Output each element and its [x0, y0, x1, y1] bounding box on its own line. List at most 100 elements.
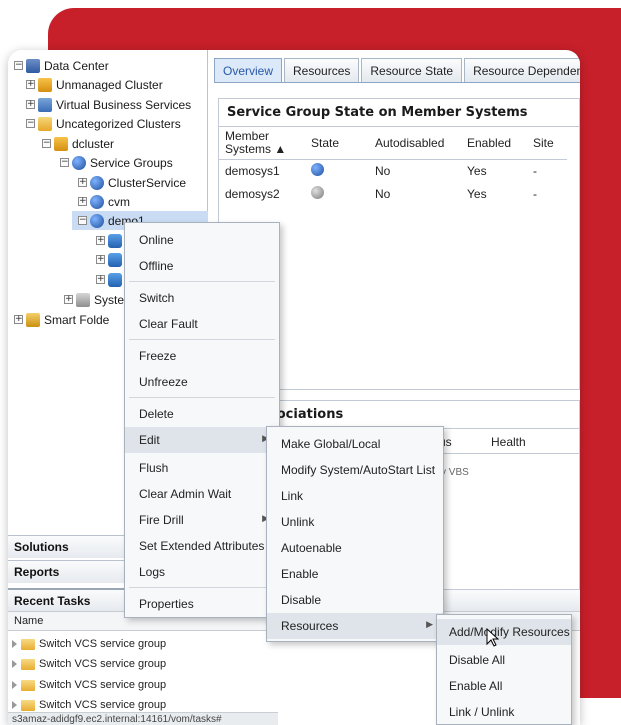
offline-state-icon: [305, 183, 369, 206]
tab-overview[interactable]: Overview: [214, 58, 283, 82]
tree-item-data-center[interactable]: − Data Center: [14, 56, 109, 75]
mouse-pointer-icon: [486, 628, 500, 647]
datacenter-icon: [26, 58, 40, 73]
menu-item-clear-fault[interactable]: Clear Fault: [125, 311, 279, 337]
menu-item-edit[interactable]: Edit ▶: [125, 427, 279, 453]
menu-item-enable[interactable]: Enable: [267, 561, 443, 587]
expand-icon[interactable]: +: [96, 236, 105, 245]
collapse-icon[interactable]: −: [78, 216, 87, 225]
column-site[interactable]: Site: [527, 127, 567, 160]
menu-item-label: Fire Drill: [139, 513, 184, 527]
task-row[interactable]: Switch VCS service group: [8, 634, 166, 654]
tree-item-cvm[interactable]: + cvm: [78, 192, 130, 211]
menu-item-flush[interactable]: Flush: [125, 455, 279, 481]
cluster-icon: [54, 136, 68, 151]
column-enabled[interactable]: Enabled: [461, 127, 527, 160]
task-row[interactable]: Switch VCS service group: [8, 654, 166, 674]
expand-icon[interactable]: +: [64, 295, 73, 304]
collapse-icon[interactable]: −: [42, 139, 51, 148]
service-group-icon: [90, 213, 104, 228]
expand-triangle-icon[interactable]: [12, 660, 17, 668]
tree-item-clusterservice[interactable]: + ClusterService: [78, 173, 186, 192]
tree-item-virtual-business-services[interactable]: + Virtual Business Services: [26, 95, 191, 114]
status-bar-url: s3amaz-adidgf9.ec2.internal:14161/vom/ta…: [8, 712, 278, 725]
menu-item-link-unlink[interactable]: Link / Unlink: [437, 699, 571, 725]
resource-icon: [108, 252, 122, 267]
menu-item-disable-all[interactable]: Disable All: [437, 647, 571, 673]
tree-item-smart-folders[interactable]: + Smart Folde: [14, 310, 109, 329]
menu-item-switch[interactable]: Switch: [125, 285, 279, 311]
tree-item-label: cvm: [108, 194, 130, 209]
tab-resource-dependency[interactable]: Resource Dependency: [464, 58, 580, 82]
expand-icon[interactable]: +: [78, 178, 87, 187]
expand-icon[interactable]: +: [14, 315, 23, 324]
expand-icon[interactable]: +: [78, 197, 87, 206]
system-name: demosys1: [225, 164, 280, 179]
collapse-icon[interactable]: −: [14, 61, 23, 70]
menu-item-label: Edit: [139, 433, 160, 447]
folder-icon: [21, 658, 35, 670]
menu-item-freeze[interactable]: Freeze: [125, 343, 279, 369]
menu-separator: [129, 587, 275, 588]
tree-item-label: Syste: [94, 292, 125, 307]
menu-separator: [129, 281, 275, 282]
column-autodisabled[interactable]: Autodisabled: [369, 127, 461, 160]
menu-item-online[interactable]: Online: [125, 227, 279, 253]
menu-item-modify-system-autostart[interactable]: Modify System/AutoStart List: [267, 457, 443, 483]
task-row[interactable]: Switch VCS service group: [8, 675, 166, 695]
service-group-icon: [90, 175, 104, 190]
tree-item-unmanaged-cluster[interactable]: + Unmanaged Cluster: [26, 75, 163, 94]
menu-item-logs[interactable]: Logs: [125, 559, 279, 585]
tree-item-resource[interactable]: +: [96, 270, 126, 289]
menu-item-unlink[interactable]: Unlink: [267, 509, 443, 535]
menu-item-resources[interactable]: Resources ▶: [267, 613, 443, 639]
folder-icon: [21, 699, 35, 711]
menu-item-clear-admin-wait[interactable]: Clear Admin Wait: [125, 481, 279, 507]
folder-icon: [21, 638, 35, 650]
tree-item-uncategorized-clusters[interactable]: − Uncategorized Clusters: [26, 114, 181, 133]
expand-icon[interactable]: +: [96, 275, 105, 284]
menu-item-autoenable[interactable]: Autoenable: [267, 535, 443, 561]
expand-icon[interactable]: +: [26, 100, 35, 109]
service-groups-icon: [72, 155, 86, 170]
tree-item-resource[interactable]: +: [96, 250, 126, 269]
tree-item-dcluster[interactable]: − dcluster: [42, 134, 114, 153]
tab-resource-state[interactable]: Resource State: [361, 58, 463, 82]
menu-item-delete[interactable]: Delete: [125, 401, 279, 427]
column-health[interactable]: Health: [491, 435, 526, 449]
menu-item-enable-all[interactable]: Enable All: [437, 673, 571, 699]
tree-item-systems[interactable]: + Syste: [64, 290, 124, 309]
menu-separator: [129, 397, 275, 398]
task-name: Switch VCS service group: [39, 638, 167, 650]
menu-item-make-global-local[interactable]: Make Global/Local: [267, 431, 443, 457]
tree-item-service-groups[interactable]: − Service Groups: [60, 153, 173, 172]
column-state[interactable]: State: [305, 127, 369, 160]
table-row[interactable]: demosys2 No Yes -: [219, 183, 567, 206]
tab-resources[interactable]: Resources: [284, 58, 360, 82]
expand-triangle-icon[interactable]: [12, 681, 17, 689]
menu-item-offline[interactable]: Offline: [125, 253, 279, 279]
menu-item-set-extended-attributes[interactable]: Set Extended Attributes: [125, 533, 279, 559]
member-systems-table: Member Systems ▲ State Autodisabled Enab…: [219, 127, 567, 206]
column-member-systems[interactable]: Member Systems ▲: [219, 127, 305, 160]
submenu-arrow-icon: ▶: [426, 619, 433, 629]
menu-item-disable[interactable]: Disable: [267, 587, 443, 613]
systems-icon: [76, 292, 90, 307]
menu-item-unfreeze[interactable]: Unfreeze: [125, 369, 279, 395]
tree-item-resource[interactable]: +: [96, 231, 126, 250]
tree-item-label: ClusterService: [108, 175, 187, 190]
task-name: Switch VCS service group: [39, 679, 167, 691]
expand-triangle-icon[interactable]: [12, 701, 17, 709]
menu-item-properties[interactable]: Properties: [125, 591, 279, 617]
menu-item-link[interactable]: Link: [267, 483, 443, 509]
header-divider: [429, 453, 580, 454]
expand-icon[interactable]: +: [26, 80, 35, 89]
collapse-icon[interactable]: −: [60, 158, 69, 167]
expand-icon[interactable]: +: [96, 255, 105, 264]
menu-item-fire-drill[interactable]: Fire Drill ▶: [125, 507, 279, 533]
tree-item-label: Unmanaged Cluster: [56, 77, 163, 92]
table-row[interactable]: demosys1 No Yes -: [219, 160, 567, 183]
menu-item-add-modify-resources[interactable]: Add/Modify Resources: [437, 619, 571, 645]
collapse-icon[interactable]: −: [26, 119, 35, 128]
expand-triangle-icon[interactable]: [12, 640, 17, 648]
